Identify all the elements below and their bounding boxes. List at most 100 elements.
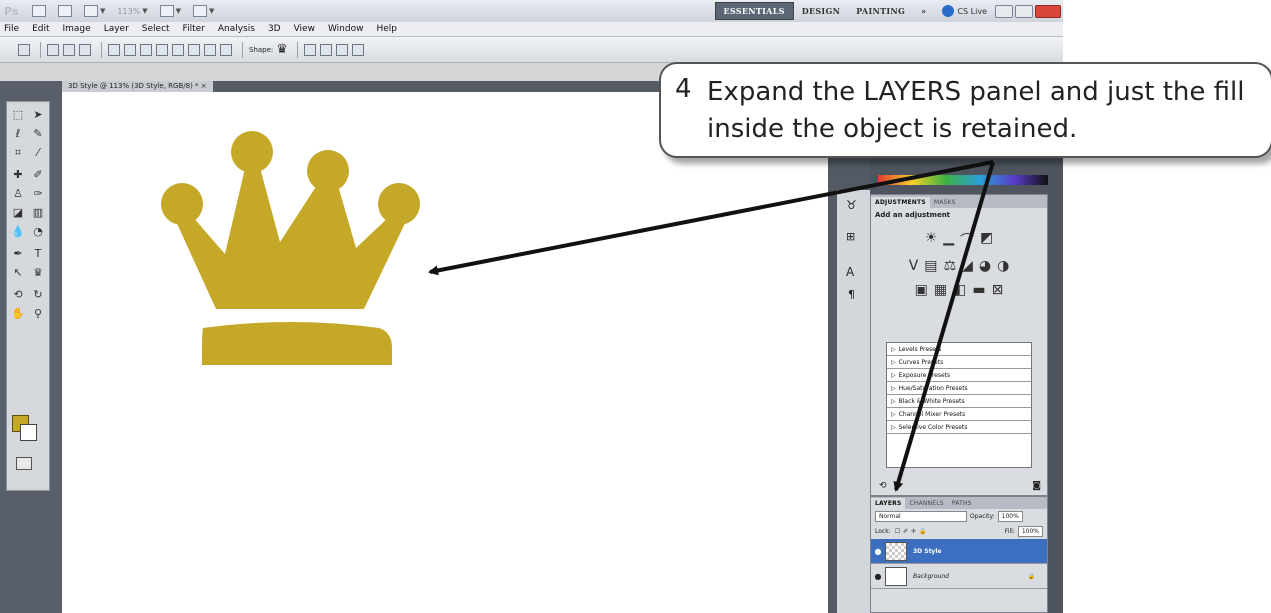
paths-icon[interactable] (63, 43, 75, 56)
fill-field[interactable]: 100% (1017, 526, 1043, 537)
intersect-shape-icon[interactable] (335, 43, 348, 56)
subtract-shape-icon[interactable] (319, 43, 332, 56)
menu-layer[interactable]: Layer (104, 24, 129, 34)
list-item[interactable]: ▷ Levels Presets (887, 343, 1031, 356)
chevron-down-icon[interactable]: ▼ (100, 7, 105, 15)
menu-analysis[interactable]: Analysis (218, 24, 255, 34)
styles-panel-icon[interactable]: ⊞ (846, 230, 855, 243)
selective-color-icon[interactable]: ⊠ (992, 282, 1004, 298)
eye-icon[interactable]: ● (871, 572, 885, 581)
crown-shape-picker-icon[interactable]: ♛ (276, 42, 288, 57)
tab-paths[interactable]: PATHS (948, 498, 976, 509)
rounded-rectangle-icon[interactable] (156, 43, 168, 56)
minimize-button[interactable] (995, 4, 1013, 18)
crop-tool-icon[interactable]: ⌗ (9, 146, 27, 160)
chevron-down-icon[interactable]: ▼ (176, 7, 181, 15)
mini-bridge-icon[interactable] (58, 5, 72, 17)
hand-tool-icon[interactable]: ✋ (9, 307, 27, 320)
disclosure-triangle-icon[interactable]: ▷ (891, 359, 896, 366)
photo-filter-icon[interactable]: ◕ (979, 258, 991, 274)
tab-layers[interactable]: LAYERS (871, 498, 906, 509)
list-item[interactable]: ▷ Exposure Presets (887, 369, 1031, 382)
list-item[interactable]: ▷ Black & White Presets (887, 395, 1031, 408)
color-ramp[interactable] (878, 175, 1048, 185)
disclosure-triangle-icon[interactable]: ▷ (891, 385, 896, 392)
quick-select-tool-icon[interactable]: ✎ (29, 127, 47, 140)
eyedropper-tool-icon[interactable]: ⁄ (29, 146, 47, 159)
lock-all-icon[interactable]: 🔒 (919, 528, 926, 535)
list-item[interactable]: ▷ Selective Color Presets (887, 421, 1031, 434)
document-tab[interactable]: 3D Style @ 113% (3D Style, RGB/8) * × (62, 81, 213, 92)
layer-row-3d-style[interactable]: ● 3D Style (871, 539, 1047, 564)
history-brush-tool-icon[interactable]: ✑ (29, 187, 47, 200)
workspace-more[interactable]: » (913, 3, 934, 19)
type-tool-icon[interactable]: T (29, 247, 47, 260)
polygon-icon[interactable] (188, 43, 200, 56)
clone-stamp-tool-icon[interactable]: ♙ (9, 187, 27, 200)
vibrance-icon[interactable]: V (909, 258, 919, 274)
pen-icon[interactable] (108, 43, 120, 56)
healing-brush-tool-icon[interactable]: ✚ (9, 168, 27, 181)
screen-mode-icon[interactable] (193, 5, 208, 17)
list-item[interactable]: ▷ Channel Mixer Presets (887, 408, 1031, 421)
move-tool-icon[interactable]: ➤ (29, 108, 47, 121)
tool-preset-icon[interactable] (18, 43, 30, 56)
quick-mask-icon[interactable] (16, 457, 32, 470)
disclosure-triangle-icon[interactable]: ▷ (891, 372, 896, 379)
zoom-tool-icon[interactable]: ⚲ (29, 307, 47, 320)
line-icon[interactable] (204, 43, 216, 56)
posterize-icon[interactable]: ▦ (934, 282, 947, 298)
tab-masks[interactable]: MASKS (930, 197, 960, 208)
black-white-icon[interactable]: ◢ (962, 258, 973, 274)
menu-view[interactable]: View (294, 24, 315, 34)
tab-channels[interactable]: CHANNELS (905, 498, 947, 509)
close-button[interactable] (1035, 4, 1061, 18)
disclosure-triangle-icon[interactable]: ▷ (891, 346, 896, 353)
document-canvas[interactable] (62, 92, 828, 613)
menu-help[interactable]: Help (376, 24, 397, 34)
chevron-down-icon[interactable]: ▼ (142, 7, 147, 15)
eraser-tool-icon[interactable]: ◪ (9, 206, 27, 219)
gradient-map-icon[interactable]: ▬ (972, 282, 985, 298)
menu-window[interactable]: Window (328, 24, 364, 34)
shape-layers-icon[interactable] (47, 43, 59, 56)
blur-tool-icon[interactable]: 💧 (9, 225, 27, 238)
color-balance-icon[interactable]: ⚖ (944, 258, 957, 274)
opacity-field[interactable]: 100% (997, 511, 1023, 522)
invert-icon[interactable]: ▣ (915, 282, 928, 298)
ellipse-icon[interactable] (172, 43, 184, 56)
background-color-swatch[interactable] (20, 424, 37, 441)
marquee-tool-icon[interactable]: ⬚ (9, 108, 27, 121)
lock-position-icon[interactable]: ✛ (911, 528, 916, 535)
menu-3d[interactable]: 3D (268, 24, 281, 34)
exclude-shape-icon[interactable] (351, 43, 364, 56)
workspace-design[interactable]: DESIGN (794, 3, 849, 19)
3d-orbit-tool-icon[interactable]: ↻ (29, 288, 47, 301)
chevron-down-icon[interactable]: ▼ (209, 7, 214, 15)
threshold-icon[interactable]: ◧ (953, 282, 966, 298)
disclosure-triangle-icon[interactable]: ▷ (891, 398, 896, 405)
levels-icon[interactable]: ▁ (943, 230, 954, 250)
gradient-tool-icon[interactable]: ▥ (29, 206, 47, 219)
rectangle-icon[interactable] (140, 43, 152, 56)
lock-transparent-icon[interactable]: ☐ (895, 528, 900, 535)
brush-tool-icon[interactable]: ✐ (29, 168, 47, 181)
list-item[interactable]: ▷ Curves Presets (887, 356, 1031, 369)
tab-adjustments[interactable]: ADJUSTMENTS (871, 197, 930, 208)
3d-rotate-tool-icon[interactable]: ⟲ (9, 288, 27, 301)
menu-image[interactable]: Image (63, 24, 91, 34)
freeform-pen-icon[interactable] (124, 43, 136, 56)
menu-filter[interactable]: Filter (183, 24, 205, 34)
path-selection-tool-icon[interactable]: ↖ (9, 266, 27, 279)
lock-image-icon[interactable]: ✐ (903, 528, 908, 535)
menu-file[interactable]: File (4, 24, 19, 34)
hue-saturation-icon[interactable]: ▤ (924, 258, 937, 274)
disclosure-triangle-icon[interactable]: ▷ (891, 424, 896, 431)
curves-icon[interactable]: ⌒ (960, 230, 974, 250)
lasso-tool-icon[interactable]: ℓ (9, 127, 27, 140)
maximize-button[interactable] (1015, 4, 1033, 18)
camera-icon[interactable]: ◙ (1032, 481, 1041, 491)
layer-row-background[interactable]: ● Background 🔒 (871, 564, 1047, 589)
workspace-painting[interactable]: PAINTING (848, 3, 913, 19)
channel-mixer-icon[interactable]: ◑ (997, 258, 1009, 274)
